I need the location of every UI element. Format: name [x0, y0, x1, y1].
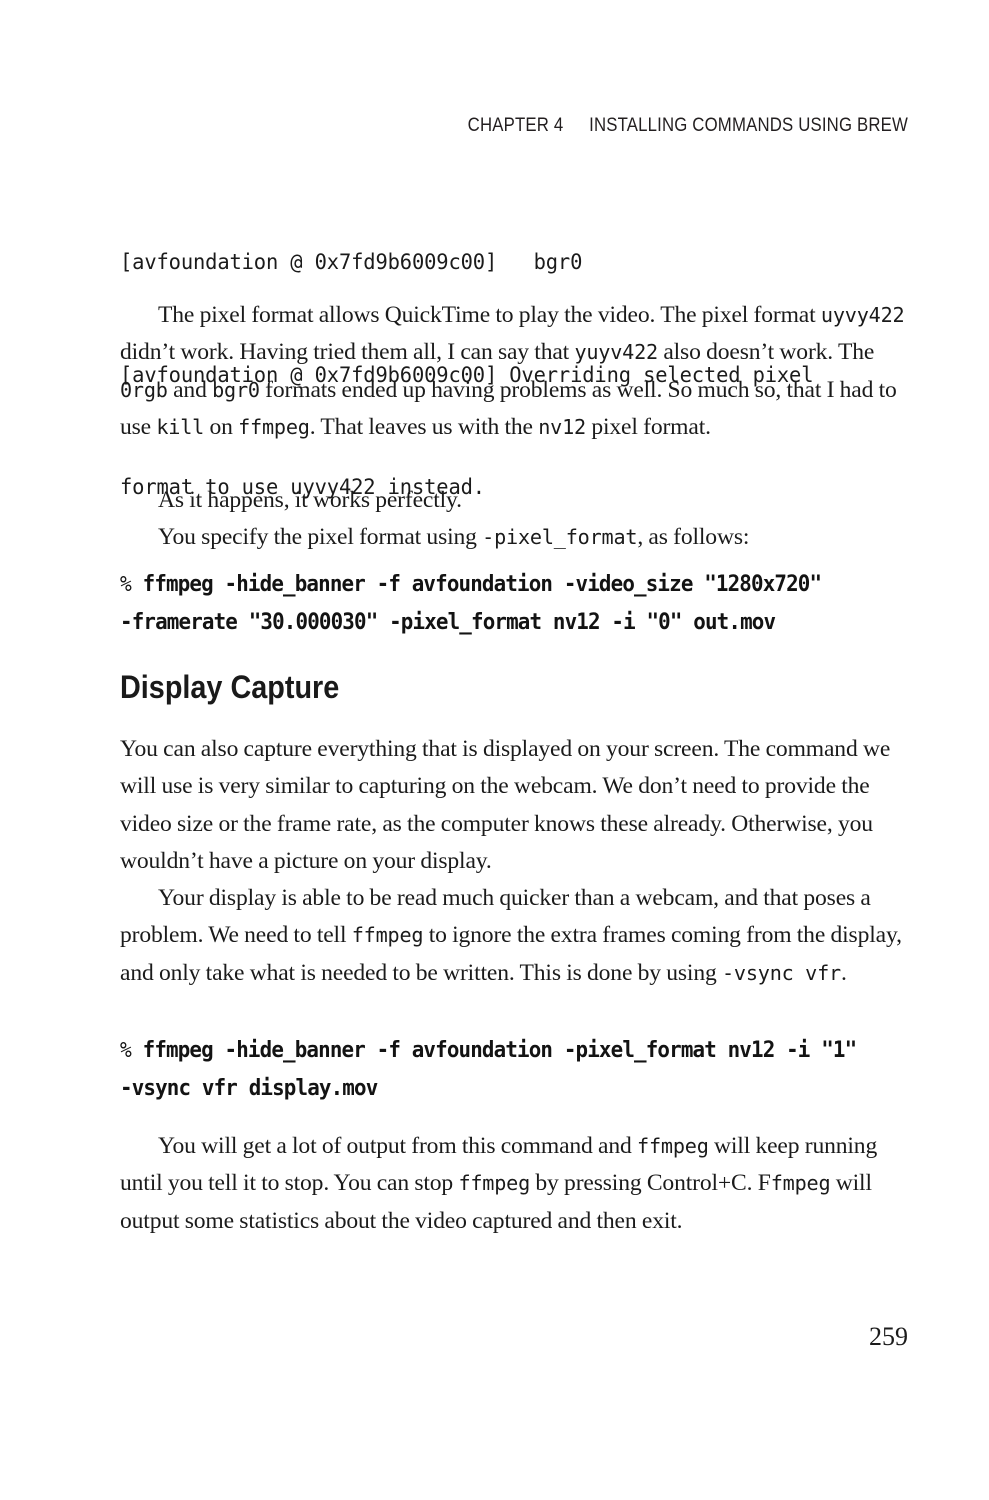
page-number: 259 [869, 1322, 908, 1351]
inline-code-ffmpeg: ffmpeg [351, 923, 424, 948]
inline-code-uyvy422: uyvy422 [820, 303, 905, 327]
console-output-line-1: [avfoundation @ 0x7fd9b6009c00] bgr0 [120, 249, 583, 274]
shell-prompt-icon: % [120, 572, 132, 596]
inline-code-kill: kill [156, 415, 205, 440]
shell-prompt-icon: % [120, 1038, 132, 1062]
command-line-2: -framerate "30.000030" -pixel_format nv1… [120, 608, 776, 635]
text-segment: . That leaves us with the [309, 414, 539, 441]
text-segment: . [840, 959, 847, 986]
paragraph-pixel-format: The pixel format allows QuickTime to pla… [120, 297, 909, 447]
paragraph-display-capture-intro: You can also capture everything that is … [120, 736, 891, 875]
inline-code-bgr0: bgr0 [212, 377, 260, 402]
text-segment: , as follows: [637, 524, 750, 550]
inline-code-pixel-format-flag: -pixel_format [482, 525, 638, 549]
paragraph-output-and-stop: You will get a lot of output from this c… [120, 1128, 909, 1240]
inline-code-0rgb: 0rgb [120, 377, 168, 402]
text-segment: also doesn’t work. The [657, 339, 875, 366]
inline-code-fmpeg: fmpeg [770, 1171, 831, 1196]
command-block-webcam-capture: % ffmpeg -hide_banner -f avfoundation -v… [120, 566, 873, 641]
text-segment: by pressing Control+C. F [530, 1170, 771, 1197]
text-segment: pixel format. [585, 414, 711, 441]
inline-code-nv12: nv12 [538, 415, 586, 440]
command-line-1: ffmpeg -hide_banner -f avfoundation -vid… [130, 571, 822, 597]
book-page: CHAPTER 4 INSTALLING COMMANDS USING BREW … [0, 0, 989, 1500]
paragraph-vsync-explanation: Your display is able to be read much qui… [120, 880, 909, 992]
text-segment: and [167, 376, 213, 403]
section-heading-display-capture: Display Capture [120, 669, 340, 705]
paragraph-specify-pixel-format: You specify the pixel format using -pixe… [120, 519, 909, 556]
inline-code-ffmpeg: ffmpeg [458, 1171, 531, 1196]
command-block-display-capture: % ffmpeg -hide_banner -f avfoundation -p… [120, 1032, 883, 1107]
command-line-2: -vsync vfr display.mov [120, 1074, 378, 1101]
text-segment: You will get a lot of output from this c… [158, 1133, 638, 1159]
running-head-chapter: CHAPTER 4 [467, 114, 564, 136]
command-line-1: ffmpeg -hide_banner -f avfoundation -pix… [130, 1037, 858, 1063]
paragraph-works-perfectly: As it happens, it works perfectly. [158, 487, 462, 513]
inline-code-vsync-vfr: -vsync vfr [721, 960, 841, 985]
text-segment: The pixel format allows QuickTime to pla… [158, 302, 821, 328]
inline-code-ffmpeg: ffmpeg [637, 1134, 709, 1158]
inline-code-yuyv422: yuyv422 [574, 340, 658, 365]
running-head: CHAPTER 4 INSTALLING COMMANDS USING BREW [230, 114, 908, 137]
text-segment: on [204, 414, 239, 441]
text-segment: didn’t work. Having tried them all, I ca… [120, 339, 575, 366]
text-segment: You specify the pixel format using [158, 524, 483, 550]
inline-code-ffmpeg: ffmpeg [238, 415, 310, 440]
running-head-title: INSTALLING COMMANDS USING BREW [589, 114, 908, 136]
